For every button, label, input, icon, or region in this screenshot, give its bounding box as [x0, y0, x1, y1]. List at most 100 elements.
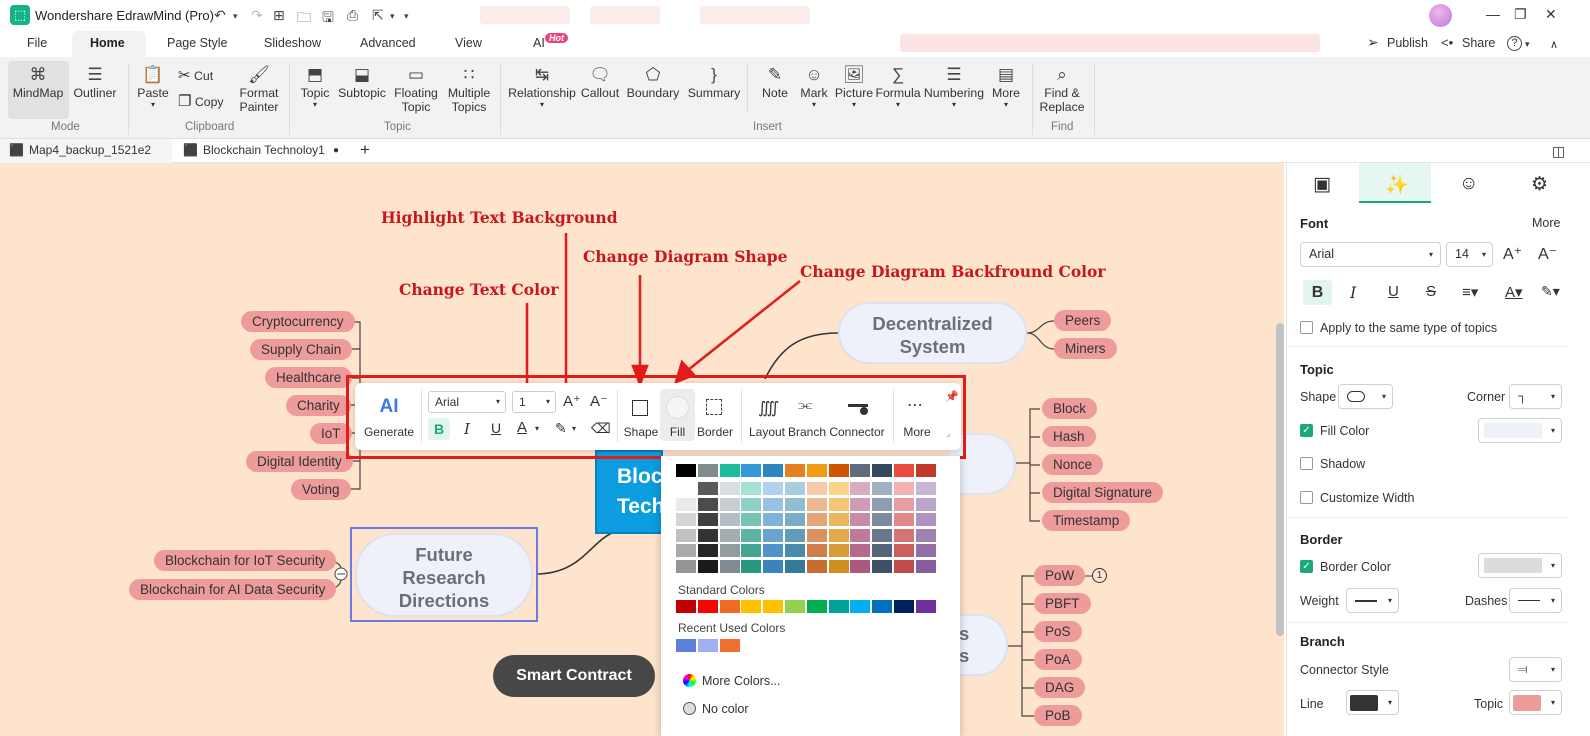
standard-color-swatch[interactable] — [697, 600, 718, 613]
collapse-ribbon-icon[interactable]: ∧ — [1550, 38, 1558, 51]
color-swatch[interactable] — [763, 559, 784, 573]
restore-icon[interactable]: ❐ — [1514, 6, 1527, 23]
topic-decentralized-system[interactable]: Decentralized System — [838, 302, 1027, 364]
undo-dropdown-icon[interactable]: ▾ — [233, 11, 238, 22]
paste-button[interactable]: 📋 Paste ▾ — [136, 64, 170, 109]
tab-blockchain-technoloy1[interactable]: Blockchain Technoloy1 — [203, 143, 325, 157]
topic-charity[interactable]: Charity — [286, 395, 351, 416]
border-color-checkbox[interactable]: ✓ — [1300, 560, 1313, 573]
color-swatch[interactable] — [915, 513, 936, 526]
color-swatch[interactable] — [785, 528, 805, 542]
standard-color-swatch[interactable] — [719, 600, 740, 613]
minimize-icon[interactable]: — — [1486, 6, 1500, 22]
topic-voting[interactable]: Voting — [291, 479, 351, 500]
color-swatch[interactable] — [828, 559, 849, 573]
open-folder-icon[interactable]: 🗀 — [297, 7, 311, 31]
panel-strikethrough-button[interactable]: S — [1426, 283, 1436, 300]
color-swatch[interactable] — [850, 482, 871, 495]
color-swatch[interactable] — [828, 464, 849, 477]
color-swatch[interactable] — [828, 513, 849, 526]
color-swatch[interactable] — [785, 544, 805, 557]
standard-color-swatch[interactable] — [785, 600, 805, 613]
no-color-option[interactable]: No color — [702, 702, 749, 716]
color-swatch[interactable] — [785, 464, 805, 477]
numbering-button[interactable]: ☰ Numbering ▾ — [922, 64, 986, 109]
color-swatch[interactable] — [850, 559, 871, 573]
color-swatch[interactable] — [872, 559, 893, 573]
color-swatch[interactable] — [915, 464, 936, 477]
share-button[interactable]: Share — [1462, 36, 1495, 50]
topic-miners[interactable]: Miners — [1054, 338, 1117, 359]
color-swatch[interactable] — [785, 497, 805, 511]
color-swatch[interactable] — [872, 528, 893, 542]
color-swatch[interactable] — [828, 497, 849, 511]
color-swatch[interactable] — [894, 497, 914, 511]
topic-dag[interactable]: DAG — [1034, 677, 1086, 698]
topic-peers[interactable]: Peers — [1054, 310, 1112, 331]
color-swatch[interactable] — [697, 544, 718, 557]
color-swatch[interactable] — [719, 528, 740, 542]
color-swatch[interactable] — [872, 497, 893, 511]
color-swatch[interactable] — [850, 513, 871, 526]
standard-color-swatch[interactable] — [828, 600, 849, 613]
color-swatch[interactable] — [676, 528, 696, 542]
color-swatch[interactable] — [828, 544, 849, 557]
topic-blockchain-iot-security[interactable]: Blockchain for IoT Security — [154, 550, 337, 571]
color-swatch[interactable] — [915, 497, 936, 511]
color-swatch[interactable] — [872, 482, 893, 495]
panel-tab-mark-icon[interactable]: ☺ — [1459, 173, 1478, 195]
boundary-button[interactable]: ⬠ Boundary — [626, 64, 680, 100]
topic-smart-contract[interactable]: Smart Contract — [493, 655, 655, 697]
recent-color-swatch[interactable] — [697, 639, 718, 652]
panel-toggle-icon[interactable]: ◫ — [1552, 143, 1565, 160]
topic-pos[interactable]: PoS — [1034, 621, 1082, 642]
topic-block[interactable]: Block — [1042, 398, 1098, 419]
color-swatch[interactable] — [741, 559, 762, 573]
topic-poa[interactable]: PoA — [1034, 649, 1082, 670]
menu-home[interactable]: Home — [90, 36, 125, 50]
export-dropdown-icon[interactable]: ▾ — [390, 11, 395, 22]
customize-toolbar-icon[interactable]: ▾ — [404, 11, 409, 22]
mindmap-button[interactable]: ⌘ MindMap — [10, 64, 66, 100]
topic-pbft[interactable]: PBFT — [1034, 593, 1091, 614]
color-swatch[interactable] — [719, 464, 740, 477]
color-swatch[interactable] — [697, 464, 718, 477]
recent-color-swatch[interactable] — [719, 639, 740, 652]
publish-button[interactable]: Publish — [1387, 36, 1428, 50]
vertical-scrollbar[interactable] — [1276, 323, 1284, 636]
color-swatch[interactable] — [741, 464, 762, 477]
color-swatch[interactable] — [697, 513, 718, 526]
color-swatch[interactable] — [676, 559, 696, 573]
border-color-picker[interactable]: ▾ — [1478, 553, 1562, 578]
close-icon[interactable]: ✕ — [1545, 6, 1557, 23]
topic-hash[interactable]: Hash — [1042, 426, 1096, 447]
topic-button[interactable]: ⬒ Topic ▾ — [297, 64, 333, 109]
panel-tab-style-icon[interactable]: ✨ — [1385, 173, 1409, 197]
floating-topic-button[interactable]: ▭ Floating Topic — [392, 64, 440, 114]
standard-color-swatch[interactable] — [676, 600, 696, 613]
color-swatch[interactable] — [763, 482, 784, 495]
topic-digital-signature[interactable]: Digital Signature — [1042, 482, 1164, 503]
corner-dropdown[interactable]: ┐ ▾ — [1509, 384, 1562, 409]
print-icon[interactable]: ⎙ — [347, 7, 358, 24]
multiple-topics-button[interactable]: ∷ Multiple Topics — [444, 64, 494, 114]
format-painter-button[interactable]: 🖌 Format Painter — [236, 64, 282, 114]
standard-color-swatch[interactable] — [763, 600, 784, 613]
color-swatch[interactable] — [806, 528, 827, 542]
topic-supply-chain[interactable]: Supply Chain — [250, 339, 353, 360]
color-swatch[interactable] — [676, 544, 696, 557]
panel-italic-button[interactable]: I — [1350, 283, 1356, 302]
color-swatch[interactable] — [719, 482, 740, 495]
menu-page-style[interactable]: Page Style — [167, 36, 227, 50]
color-swatch[interactable] — [697, 482, 718, 495]
color-swatch[interactable] — [894, 559, 914, 573]
color-swatch[interactable] — [894, 482, 914, 495]
color-swatch[interactable] — [915, 528, 936, 542]
topic-healthcare[interactable]: Healthcare — [265, 367, 353, 388]
color-swatch[interactable] — [806, 513, 827, 526]
color-swatch[interactable] — [697, 528, 718, 542]
color-swatch[interactable] — [850, 464, 871, 477]
color-swatch[interactable] — [806, 544, 827, 557]
panel-decrease-font-icon[interactable]: A⁻ — [1538, 244, 1557, 264]
color-swatch[interactable] — [915, 559, 936, 573]
